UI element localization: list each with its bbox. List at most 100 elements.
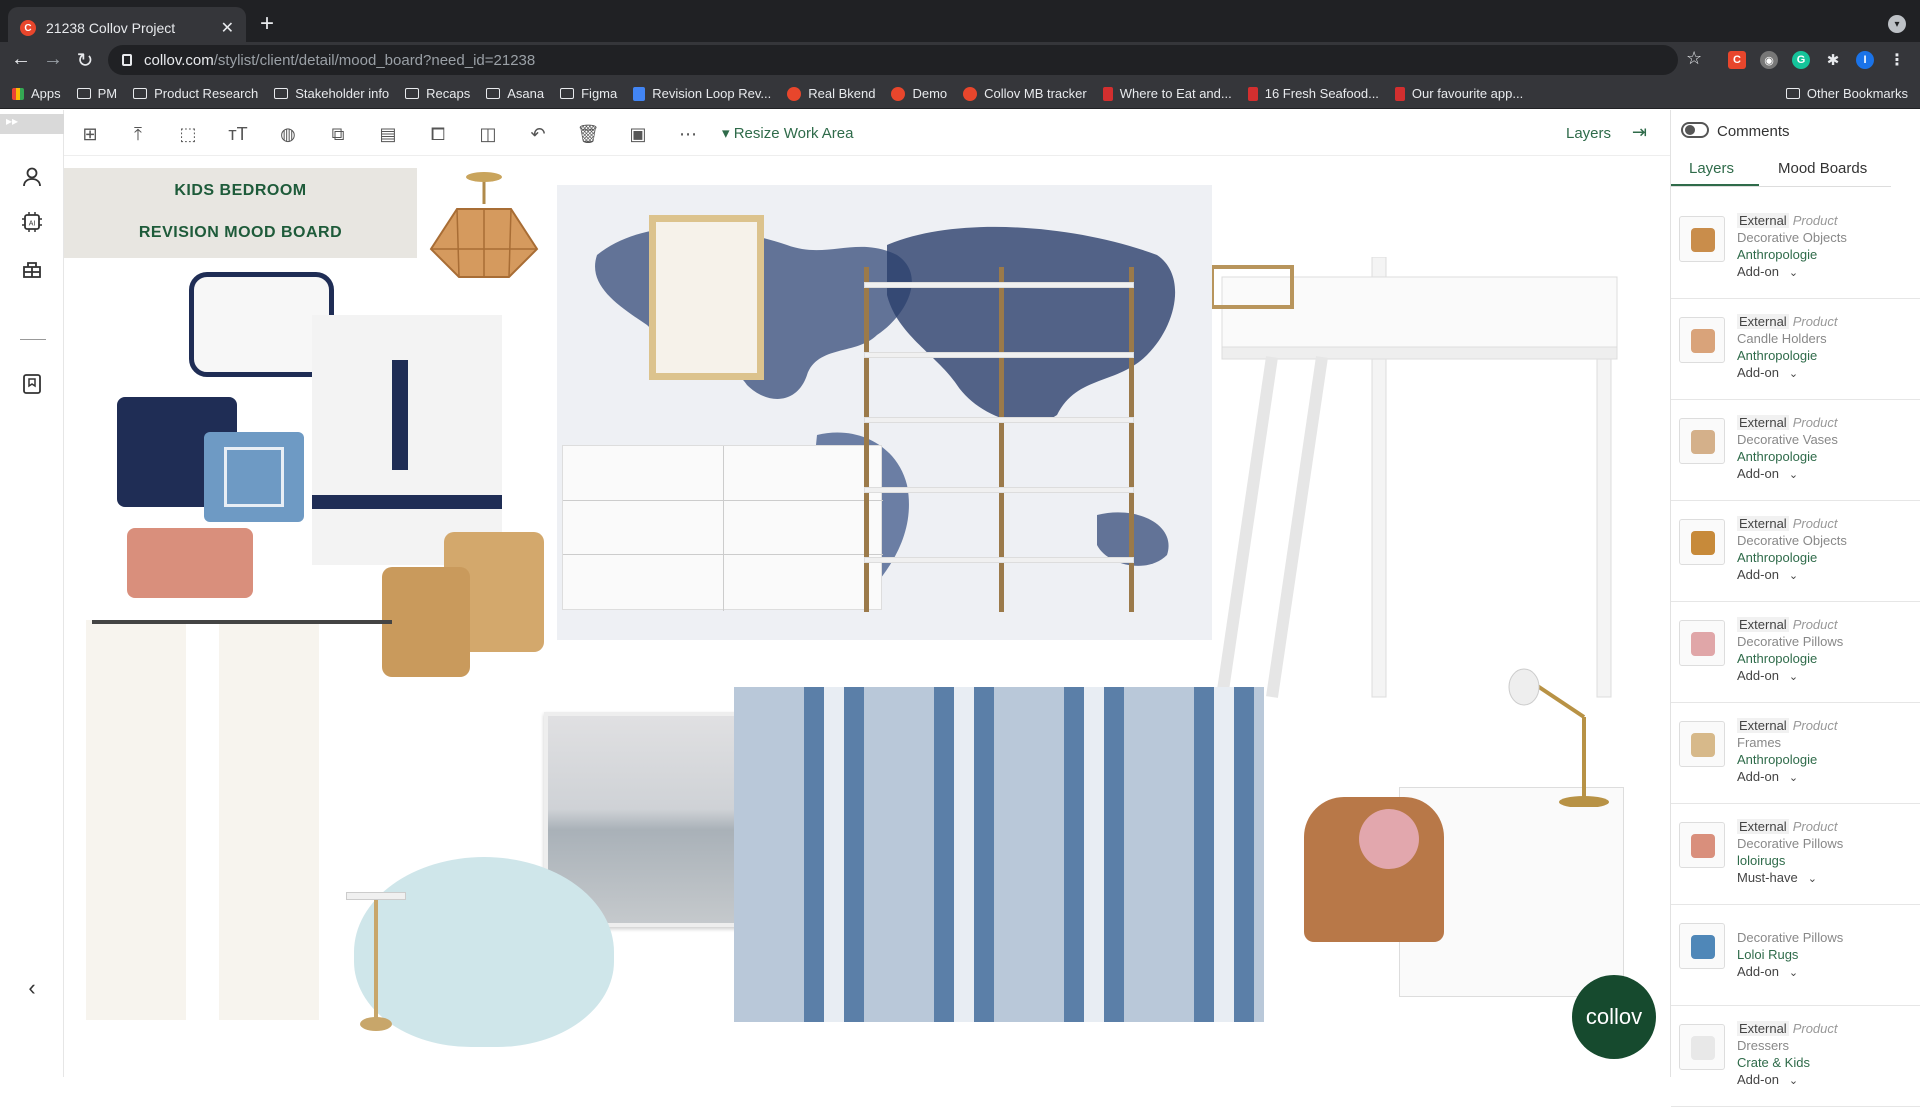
layer-priority-select[interactable]: Add-on ⌄: [1737, 364, 1838, 383]
layer-item[interactable]: External Product Decorative Objects Anthrop…: [1671, 501, 1920, 602]
bookmark-item[interactable]: Our favourite app...: [1394, 86, 1523, 101]
collov-logo-badge[interactable]: collov: [1572, 975, 1656, 1059]
moodboard-title-block[interactable]: KIDS BEDROOM REVISION MOOD BOARD: [64, 168, 417, 258]
grammarly-extension-icon[interactable]: G: [1792, 51, 1810, 69]
align-icon[interactable]: ◫: [476, 122, 500, 146]
layer-item[interactable]: External Product Decorative Pillows loloiru…: [1671, 804, 1920, 905]
layer-priority-select[interactable]: Add-on ⌄: [1737, 768, 1838, 787]
layer-priority-select[interactable]: Add-on ⌄: [1737, 465, 1838, 484]
layer-item[interactable]: External Product Dressers Crate & Kids Add-o…: [1671, 1006, 1920, 1107]
bookmark-item[interactable]: Apps: [12, 86, 61, 101]
new-tab-icon[interactable]: +: [260, 10, 274, 38]
layer-vendor[interactable]: Anthropologie: [1737, 751, 1838, 768]
layer-priority-select[interactable]: Add-on ⌄: [1737, 1071, 1838, 1090]
shopping-bag-icon[interactable]: [20, 257, 44, 281]
add-image-icon[interactable]: ⊞: [78, 122, 102, 146]
layer-priority-select[interactable]: Add-on ⌄: [1737, 263, 1847, 282]
expand-rail-icon[interactable]: ▸▸: [0, 114, 64, 134]
resize-work-area-button[interactable]: ▾ Resize Work Area: [722, 124, 853, 142]
layer-vendor[interactable]: Crate & Kids: [1737, 1054, 1838, 1071]
other-bookmarks[interactable]: Other Bookmarks: [1785, 86, 1908, 101]
more-icon[interactable]: ⋯: [676, 122, 700, 146]
layer-item[interactable]: External Product Decorative Pillows Anthrop…: [1671, 602, 1920, 703]
layer-item[interactable]: External Product Frames Anthropologie Add-on…: [1671, 703, 1920, 804]
layer-vendor[interactable]: Anthropologie: [1737, 347, 1838, 364]
white-loft-bed[interactable]: [1212, 257, 1632, 707]
layer-vendor[interactable]: Anthropologie: [1737, 549, 1847, 566]
browser-menu-icon[interactable]: ⋮: [1888, 51, 1906, 69]
url-field[interactable]: collov.com/stylist/client/detail/mood_bo…: [108, 45, 1678, 75]
notes-icon[interactable]: ▤: [376, 122, 400, 146]
collov-extension-icon[interactable]: C: [1728, 51, 1746, 69]
layer-category: Decorative Vases: [1737, 432, 1838, 447]
layer-vendor[interactable]: Loloi Rugs: [1737, 946, 1843, 963]
undo-icon[interactable]: ↶: [526, 122, 550, 146]
close-tab-icon[interactable]: ✕: [221, 18, 234, 38]
bookmark-item[interactable]: Real Bkend: [787, 86, 875, 101]
leather-desk-chair[interactable]: [1304, 797, 1444, 942]
rattan-mirror[interactable]: [649, 215, 764, 380]
bookmark-item[interactable]: Recaps: [405, 86, 470, 101]
profile-avatar[interactable]: I: [1856, 51, 1874, 69]
rattan-pendant-light[interactable]: [419, 169, 549, 289]
white-sheet-set[interactable]: [312, 315, 502, 565]
bookmark-item[interactable]: Revision Loop Rev...: [633, 86, 771, 101]
layer-vendor[interactable]: Anthropologie: [1737, 246, 1847, 263]
blue-geometric-pillow[interactable]: [204, 432, 304, 522]
woven-basket-small[interactable]: [382, 567, 470, 677]
comments-toggle[interactable]: [1681, 122, 1709, 138]
tassel-curtain-left[interactable]: [86, 620, 186, 1020]
pink-lumbar-pillow[interactable]: [127, 528, 253, 598]
duplicate-icon[interactable]: ⧉: [326, 122, 350, 146]
text-icon[interactable]: ᴛT: [226, 122, 250, 146]
bookmark-item[interactable]: Product Research: [133, 86, 258, 101]
layer-item[interactable]: External Product Decorative Objects Anthrop…: [1671, 198, 1920, 299]
layer-vendor[interactable]: Anthropologie: [1737, 448, 1838, 465]
forward-icon[interactable]: →: [40, 48, 66, 71]
tab-layers[interactable]: Layers: [1689, 160, 1734, 177]
back-icon[interactable]: ←: [8, 48, 34, 71]
bookmark-item[interactable]: Asana: [486, 86, 544, 101]
user-icon[interactable]: [20, 165, 44, 189]
tab-mood-boards[interactable]: Mood Boards: [1778, 160, 1867, 177]
layer-priority-select[interactable]: Add-on ⌄: [1737, 963, 1843, 982]
palette-icon[interactable]: ◍: [276, 122, 300, 146]
reload-icon[interactable]: ↻: [72, 48, 98, 73]
delete-icon[interactable]: 🗑: [576, 122, 600, 146]
bookmark-star-icon[interactable]: ☆: [1686, 48, 1702, 69]
bookmark-item[interactable]: 16 Fresh Seafood...: [1247, 86, 1379, 101]
layer-priority-select[interactable]: Add-on ⌄: [1737, 566, 1847, 585]
moodboard-canvas[interactable]: KIDS BEDROOM REVISION MOOD BOARD: [64, 157, 1670, 1077]
tassel-curtain-right[interactable]: [219, 620, 319, 1020]
wall-shelving-unit[interactable]: [864, 267, 1134, 612]
select-area-icon[interactable]: ⬚: [176, 122, 200, 146]
layer-priority-select[interactable]: Must-have ⌄: [1737, 869, 1843, 888]
layer-priority-select[interactable]: Add-on ⌄: [1737, 667, 1843, 686]
bookmark-panel-icon[interactable]: [20, 372, 44, 396]
white-campaign-dresser[interactable]: [562, 445, 883, 611]
layer-vendor[interactable]: Anthropologie: [1737, 650, 1843, 667]
save-icon[interactable]: ▣: [626, 122, 650, 146]
layer-item[interactable]: External Product Decorative Vases Anthropol…: [1671, 400, 1920, 501]
brass-desk-lamp[interactable]: [1504, 657, 1624, 807]
layer-vendor[interactable]: loloirugs: [1737, 852, 1843, 869]
bookmark-item[interactable]: Demo: [891, 86, 947, 101]
extensions-puzzle-icon[interactable]: ✱: [1824, 51, 1842, 69]
arrange-icon[interactable]: ⧠: [426, 122, 450, 146]
bookmark-item[interactable]: Collov MB tracker: [963, 86, 1087, 101]
upload-icon[interactable]: ⤒: [126, 122, 150, 146]
blue-diamond-rug[interactable]: [734, 687, 1264, 1022]
layer-item[interactable]: Decorative Pillows Loloi Rugs Add-on ⌄: [1671, 905, 1920, 1006]
bookmark-item[interactable]: PM: [76, 86, 117, 101]
collapse-panel-icon[interactable]: ⇥: [1632, 122, 1647, 143]
layer-item[interactable]: External Product Candle Holders Anthropolog…: [1671, 299, 1920, 400]
collapse-left-icon[interactable]: ‹: [20, 975, 44, 1000]
ai-chip-icon[interactable]: AI: [20, 210, 44, 234]
camera-extension-icon[interactable]: ◉: [1760, 51, 1778, 69]
bookmark-item[interactable]: Stakeholder info: [274, 86, 389, 101]
gold-side-table[interactable]: [346, 892, 406, 1032]
bookmark-item[interactable]: Where to Eat and...: [1102, 86, 1232, 101]
tab-search-icon[interactable]: ▾: [1888, 15, 1906, 33]
bookmark-item[interactable]: Figma: [560, 86, 617, 101]
layers-button[interactable]: Layers: [1566, 125, 1611, 142]
